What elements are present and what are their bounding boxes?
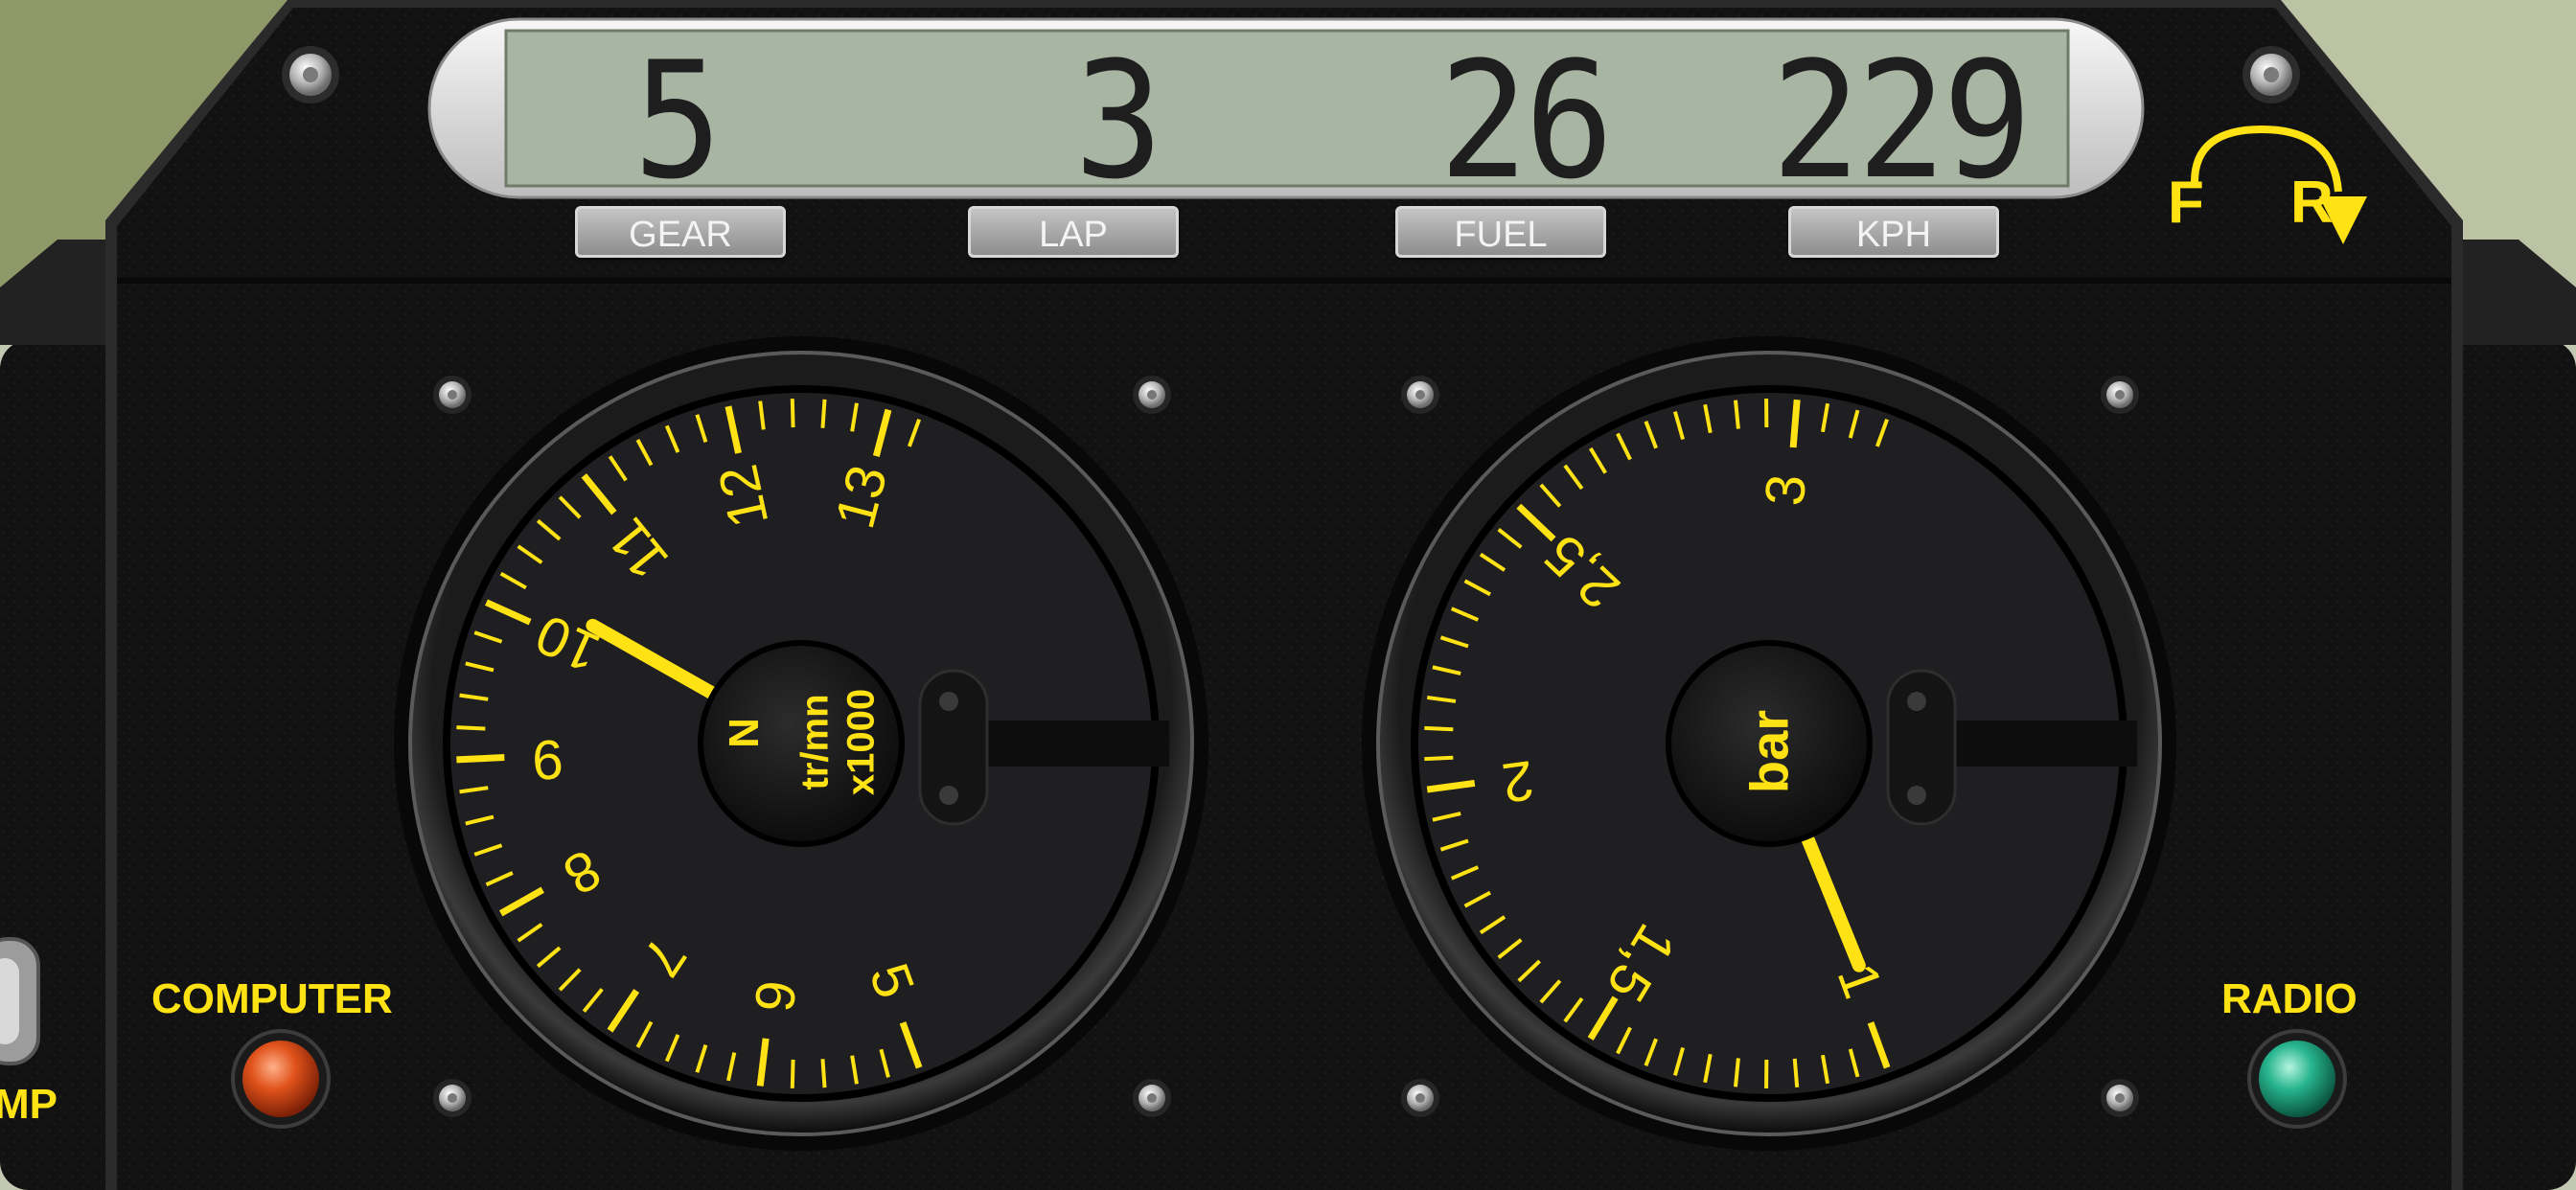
gauge-screw bbox=[1401, 1079, 1439, 1117]
computer-lamp[interactable] bbox=[231, 1029, 331, 1129]
tachometer-tick bbox=[820, 399, 827, 428]
tachometer-unit-label: tr/mn bbox=[794, 694, 837, 790]
tachometer-tick-label: 9 bbox=[531, 727, 564, 790]
forward-label: F bbox=[2168, 170, 2204, 236]
tachometer-tick-label: 12 bbox=[706, 459, 780, 533]
pressure-tick bbox=[1424, 725, 1454, 732]
screw-top-left bbox=[282, 46, 339, 103]
left-edge-label: MP bbox=[0, 1081, 58, 1128]
pressure-tick bbox=[1792, 1058, 1800, 1087]
gear-label: GEAR bbox=[575, 206, 786, 258]
tachometer-tick bbox=[790, 399, 795, 428]
gauge-screw bbox=[2101, 376, 2139, 414]
left-toggle-switch[interactable] bbox=[0, 937, 40, 1065]
panel-seam bbox=[117, 278, 2451, 284]
reverse-label: R bbox=[2290, 170, 2334, 236]
gauge-screw bbox=[2101, 1079, 2139, 1117]
gear-readout: 5 bbox=[632, 27, 723, 215]
gauge-screw bbox=[433, 1079, 472, 1117]
gauge-screw bbox=[1133, 376, 1171, 414]
pressure-tick bbox=[1424, 755, 1454, 762]
fuel-readout: 26 bbox=[1438, 27, 1613, 215]
lap-readout: 3 bbox=[1073, 27, 1163, 215]
tachometer-tick bbox=[456, 754, 505, 764]
kph-readout: 229 bbox=[1770, 27, 2032, 215]
pressure-tick bbox=[1789, 399, 1801, 448]
gauge-screw bbox=[1401, 376, 1439, 414]
tachometer-multiplier-label: x1000 bbox=[840, 688, 883, 796]
fuel-label: FUEL bbox=[1395, 206, 1606, 258]
tachometer-tick bbox=[456, 725, 486, 731]
computer-label: COMPUTER bbox=[151, 975, 393, 1022]
tachometer-tick bbox=[790, 1059, 795, 1088]
pressure-unit-label: bar bbox=[1738, 709, 1800, 794]
pressure-tick-label: 3 bbox=[1754, 472, 1818, 508]
gauge-screw bbox=[1133, 1079, 1171, 1117]
radio-lamp[interactable] bbox=[2247, 1029, 2347, 1129]
screw-top-right bbox=[2242, 46, 2300, 103]
tachometer-neutral-label: N bbox=[721, 718, 768, 748]
gauge-screw bbox=[433, 376, 472, 414]
tachometer-tick bbox=[820, 1059, 827, 1088]
lap-label: LAP bbox=[968, 206, 1179, 258]
kph-label: KPH bbox=[1788, 206, 1999, 258]
radio-label: RADIO bbox=[2221, 975, 2358, 1022]
